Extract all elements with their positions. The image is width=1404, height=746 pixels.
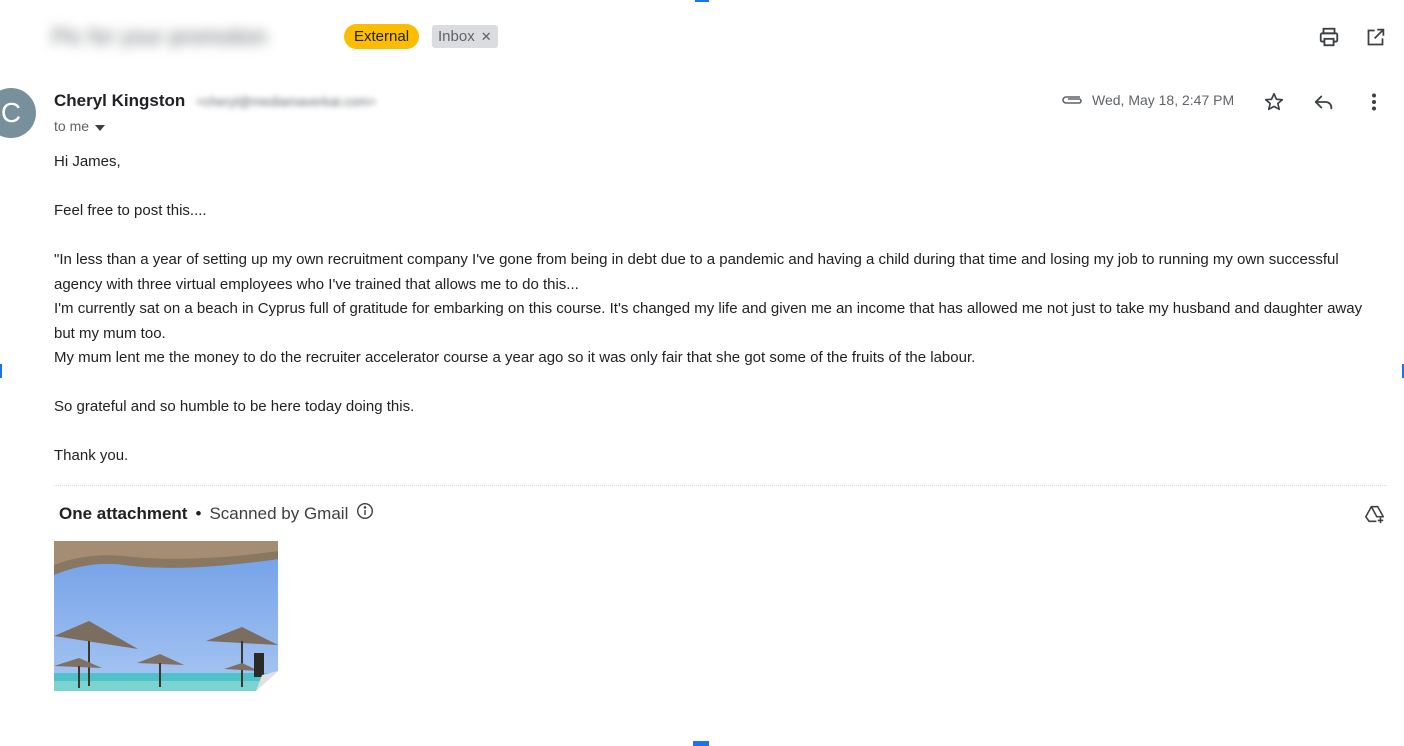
- close-icon[interactable]: ✕: [481, 25, 492, 48]
- email-subject: Pic for your promotion: [52, 24, 268, 49]
- attachments-header: One attachment • Scanned by Gmail: [59, 502, 374, 525]
- selection-handle: [693, 741, 709, 746]
- recipient-label: to me: [54, 118, 90, 134]
- separator: •: [195, 503, 202, 523]
- arrow-drop-down-icon: [95, 118, 106, 134]
- recipient-toggle[interactable]: to me: [54, 118, 106, 134]
- scan-label: Scanned by Gmail: [209, 503, 349, 523]
- sender-name[interactable]: Cheryl Kingston: [54, 91, 185, 111]
- message-date: Wed, May 18, 2:47 PM: [1092, 92, 1235, 108]
- inbox-label-chip: Inbox ✕: [432, 25, 498, 48]
- email-line: Feel free to post this....: [54, 202, 207, 219]
- email-paragraph: So grateful and so humble to be here tod…: [54, 398, 415, 415]
- star-icon[interactable]: [1262, 90, 1286, 114]
- inbox-label-text: Inbox: [438, 28, 475, 45]
- external-label-chip: External: [344, 24, 420, 49]
- email-paragraph: I'm currently sat on a beach in Cyprus f…: [54, 300, 1363, 342]
- avatar[interactable]: C: [0, 88, 36, 138]
- more-vert-icon[interactable]: [1362, 90, 1386, 114]
- add-to-drive-icon[interactable]: [1362, 501, 1388, 527]
- attachment-thumbnail[interactable]: [54, 541, 278, 691]
- selection-handle: [695, 0, 709, 2]
- email-greeting: Hi James,: [54, 153, 121, 170]
- email-body: Hi James, Feel free to post this.... "In…: [54, 150, 1374, 469]
- attachments-divider: [54, 485, 1387, 486]
- attachment-count: One attachment: [59, 503, 188, 523]
- reply-icon[interactable]: [1312, 90, 1336, 114]
- email-paragraph: "In less than a year of setting up my ow…: [54, 251, 1339, 293]
- email-paragraph: My mum lent me the money to do the recru…: [54, 349, 976, 366]
- open-in-new-window-icon[interactable]: [1362, 24, 1388, 50]
- email-closing: Thank you.: [54, 447, 129, 464]
- selection-handle: [0, 364, 2, 378]
- paperclip-icon: [1060, 93, 1084, 112]
- info-icon[interactable]: [356, 502, 374, 525]
- print-icon[interactable]: [1316, 24, 1342, 50]
- sender-email: <cheryl@mediamaverkat.com>: [196, 94, 377, 109]
